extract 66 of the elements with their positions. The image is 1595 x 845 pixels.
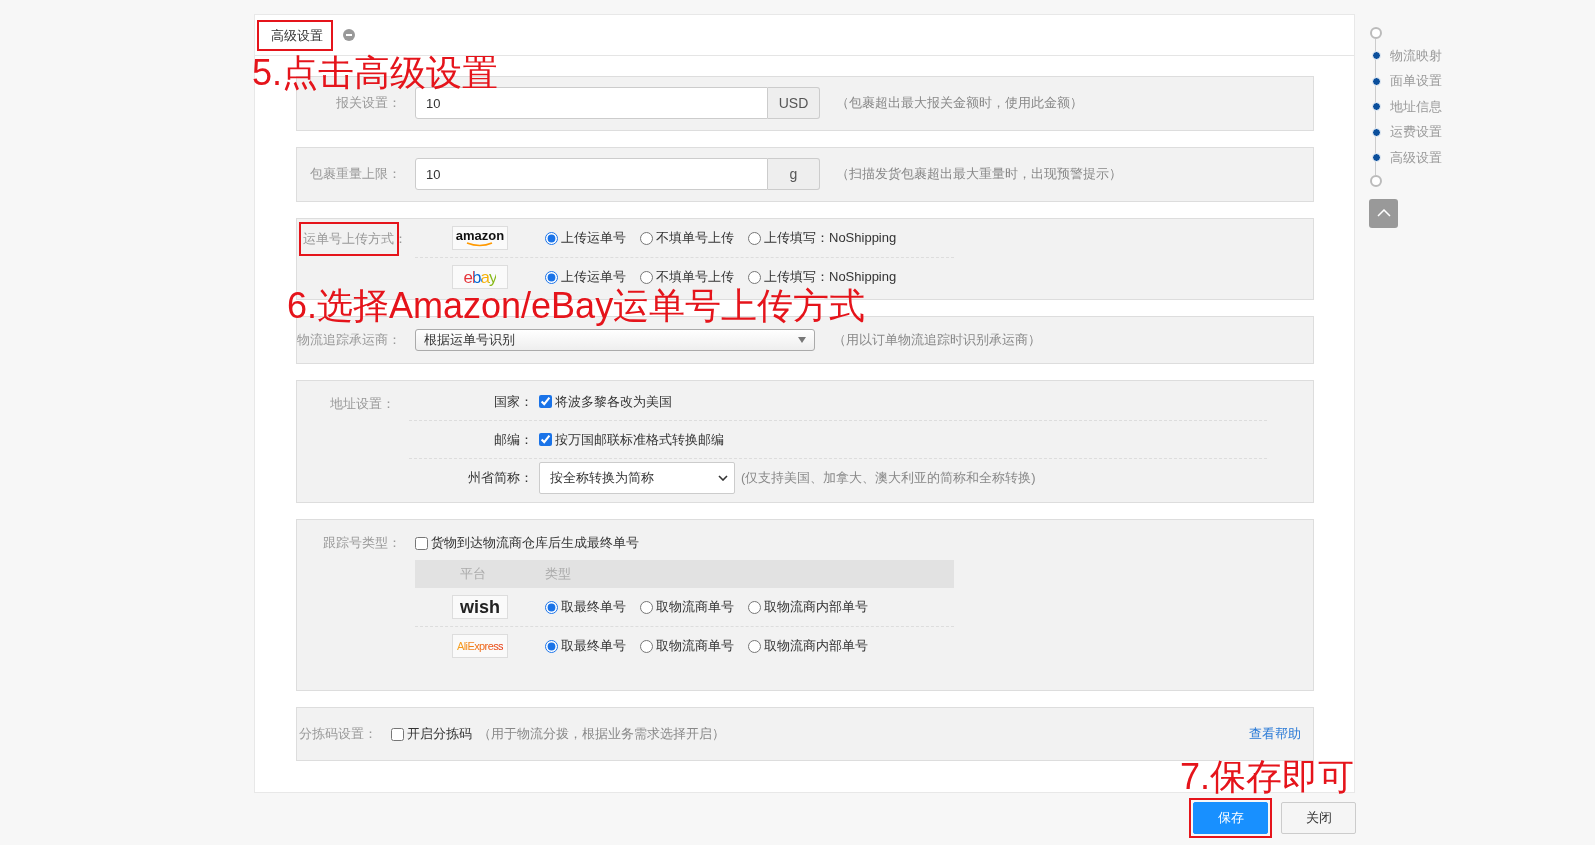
- radio-label[interactable]: 取物流商单号: [656, 637, 734, 655]
- field-label: 分拣码设置：: [298, 725, 377, 743]
- radio-label[interactable]: 上传填写：NoShipping: [764, 229, 897, 247]
- hint-text: (仅支持美国、加拿大、澳大利亚的简称和全称转换): [741, 468, 1036, 487]
- chevron-up-icon: [1376, 209, 1391, 217]
- radio-button[interactable]: [640, 270, 653, 284]
- radio-button[interactable]: [640, 600, 653, 614]
- hint-text: （扫描发货包裹超出最大重量时，出现预警提示）: [836, 165, 1122, 183]
- wish-logo: wish: [452, 595, 508, 619]
- checkbox[interactable]: [415, 536, 428, 550]
- hint-text: （用于物流分拨，根据业务需求选择开启）: [478, 725, 725, 743]
- radio-label[interactable]: 上传运单号: [561, 229, 626, 247]
- radio-button[interactable]: [545, 600, 558, 614]
- collapse-icon[interactable]: [343, 29, 355, 41]
- carrier-select[interactable]: 根据运单号识别: [415, 329, 815, 351]
- unit-label: USD: [768, 87, 820, 119]
- nav-end-icon: [1370, 174, 1382, 187]
- radio-button[interactable]: [545, 639, 558, 653]
- field-label: 邮编：: [493, 430, 534, 449]
- radio-label[interactable]: 上传填写：NoShipping: [764, 268, 897, 286]
- checkbox[interactable]: [539, 433, 552, 446]
- chevron-icon: [718, 474, 728, 481]
- field-label: 物流追踪承运商：: [297, 331, 401, 349]
- checkbox[interactable]: [539, 395, 552, 408]
- radio-button[interactable]: [640, 639, 653, 653]
- input-field[interactable]: 10: [415, 158, 768, 190]
- hint-text: （包裹超出最大报关金额时，使用此金额）: [836, 94, 1083, 112]
- radio-label[interactable]: 取物流商内部单号: [764, 598, 868, 616]
- radio-button[interactable]: [748, 639, 761, 653]
- radio-label[interactable]: 不填单号上传: [656, 229, 734, 247]
- checkbox-label[interactable]: 将波多黎各改为美国: [555, 392, 672, 411]
- radio-button[interactable]: [545, 231, 558, 245]
- ebay-logo: ebay: [452, 265, 508, 289]
- radio-label[interactable]: 取物流商单号: [656, 598, 734, 616]
- unit-label: g: [768, 158, 820, 190]
- radio-button[interactable]: [748, 270, 761, 284]
- field-label: 州省简称：: [467, 468, 534, 487]
- field-label: 跟踪号类型：: [322, 534, 401, 552]
- checkbox-label[interactable]: 按万国邮联标准格式转换邮编: [555, 430, 724, 449]
- radio-button[interactable]: [545, 270, 558, 284]
- caret-icon: [798, 337, 806, 343]
- aliexpress-logo: AliExpress: [452, 634, 508, 658]
- field-label: 报关设置：: [335, 94, 401, 112]
- province-select[interactable]: 按全称转换为简称: [539, 461, 735, 494]
- radio-label[interactable]: 不填单号上传: [656, 268, 734, 286]
- checkbox-label[interactable]: 货物到达物流商仓库后生成最终单号: [431, 534, 639, 552]
- radio-label[interactable]: 上传运单号: [561, 268, 626, 286]
- radio-button[interactable]: [640, 231, 653, 245]
- field-label: 包裹重量上限：: [309, 165, 401, 183]
- close-button[interactable]: 关闭: [1281, 802, 1356, 834]
- annotation-text: 7.保存即可: [1180, 761, 1355, 794]
- scroll-top-button[interactable]: [1369, 198, 1398, 228]
- checkbox-label[interactable]: 开启分拣码: [407, 725, 472, 743]
- radio-button[interactable]: [748, 600, 761, 614]
- amazon-logo: amazon: [452, 226, 508, 250]
- hint-text: （用以订单物流追踪时识别承运商）: [833, 331, 1041, 349]
- checkbox[interactable]: [391, 727, 404, 741]
- radio-label[interactable]: 取最终单号: [561, 598, 626, 616]
- radio-label[interactable]: 取最终单号: [561, 637, 626, 655]
- field-label: 国家：: [493, 392, 534, 411]
- help-link[interactable]: 查看帮助: [1249, 725, 1301, 743]
- section-title: 高级设置: [257, 19, 333, 51]
- radio-button[interactable]: [748, 231, 761, 245]
- field-label: 地址设置：: [329, 395, 395, 413]
- radio-label[interactable]: 取物流商内部单号: [764, 637, 868, 655]
- nav-start-icon: [1370, 27, 1382, 39]
